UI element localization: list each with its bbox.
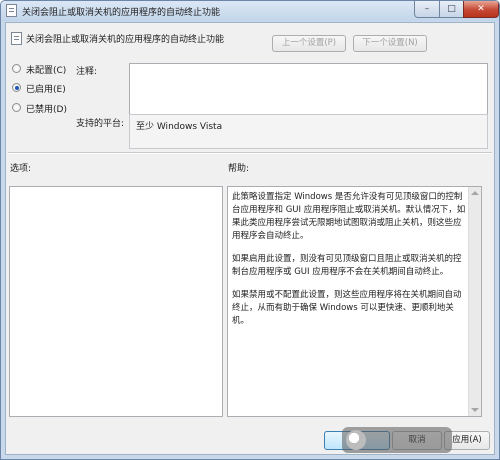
supported-platform-value: 至少 Windows Vista <box>136 122 223 132</box>
radio-label: 已禁用(D) <box>26 105 67 115</box>
scroll-up-arrow-icon[interactable] <box>471 191 479 195</box>
supported-platform-field: 至少 Windows Vista <box>129 114 488 149</box>
policy-document-icon <box>6 4 17 17</box>
policy-title: 关闭会阻止或取消关机的应用程序的自动终止功能 <box>26 35 225 45</box>
site-watermark <box>342 427 452 453</box>
next-setting-button[interactable]: 下一个设置(N) <box>353 35 427 52</box>
supported-platform-label: 支持的平台: <box>76 119 125 129</box>
help-label: 帮助: <box>228 164 250 174</box>
dialog-window: 关闭会阻止或取消关机的应用程序的自动终止功能 – □ ✕ 关闭会阻止或取消关机的… <box>0 0 500 460</box>
help-paragraph: 此策略设置指定 Windows 是否允许没有可见顶级窗口的控制台应用程序和 GU… <box>232 192 466 241</box>
title-bar[interactable]: 关闭会阻止或取消关机的应用程序的自动终止功能 – □ ✕ <box>1 1 499 21</box>
policy-setting-icon <box>11 32 22 45</box>
close-button[interactable]: ✕ <box>463 1 499 18</box>
radio-button-checked-icon[interactable] <box>12 83 21 92</box>
previous-setting-button[interactable]: 上一个设置(P) <box>272 35 346 52</box>
notes-label: 注释: <box>76 67 98 77</box>
options-panel <box>9 186 223 417</box>
minimize-button[interactable]: – <box>414 1 440 18</box>
help-paragraph: 如果启用此设置，则没有可见顶级窗口且阻止或取消关机的控制台应用程序或 GUI 应… <box>232 254 462 277</box>
help-scrollbar[interactable] <box>468 187 481 416</box>
dialog-body: 关闭会阻止或取消关机的应用程序的自动终止功能 上一个设置(P) 下一个设置(N)… <box>5 22 495 455</box>
help-paragraph: 如果禁用或不配置此设置，则这些应用程序将在关机期间自动终止，从而有助于确保 Wi… <box>232 290 462 326</box>
radio-label: 未配置(C) <box>26 66 67 76</box>
section-divider <box>8 152 492 154</box>
scroll-down-arrow-icon[interactable] <box>471 408 479 412</box>
window-title: 关闭会阻止或取消关机的应用程序的自动终止功能 <box>22 8 221 18</box>
help-text: 此策略设置指定 Windows 是否允许没有可见顶级窗口的控制台应用程序和 GU… <box>232 191 467 338</box>
options-label: 选项: <box>10 164 32 174</box>
radio-button-icon[interactable] <box>12 103 21 112</box>
help-panel: 此策略设置指定 Windows 是否允许没有可见顶级窗口的控制台应用程序和 GU… <box>227 186 482 417</box>
radio-button-icon[interactable] <box>12 64 21 73</box>
radio-label: 已启用(E) <box>26 85 66 95</box>
watermark-logo-icon <box>346 430 366 450</box>
maximize-button[interactable]: □ <box>439 1 464 18</box>
